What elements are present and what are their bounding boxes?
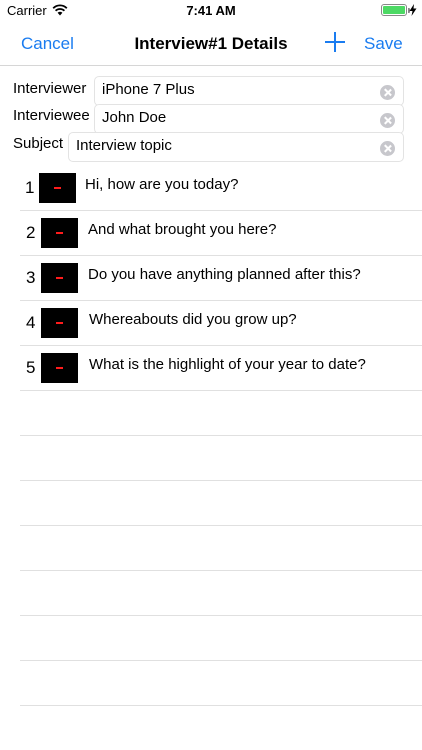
video-thumbnail[interactable] (41, 218, 78, 248)
empty-row (20, 661, 422, 706)
question-text: Do you have anything planned after this? (88, 266, 361, 283)
question-row[interactable]: 3 Do you have anything planned after thi… (20, 256, 422, 301)
empty-row (20, 526, 422, 571)
empty-row (20, 391, 422, 436)
question-number: 5 (26, 358, 36, 377)
question-number: 1 (25, 178, 35, 197)
clear-icon[interactable] (380, 113, 395, 128)
status-time: 7:41 AM (186, 3, 236, 18)
video-thumbnail[interactable] (41, 308, 78, 338)
clear-icon[interactable] (380, 141, 395, 156)
subject-label: Subject (13, 135, 64, 152)
interviewee-label: Interviewee (13, 107, 90, 124)
question-text: What is the highlight of your year to da… (89, 356, 366, 373)
clear-icon[interactable] (380, 85, 395, 100)
battery-icon (381, 4, 410, 16)
charging-bolt-icon (409, 4, 417, 16)
subject-field[interactable]: Interview topic (68, 132, 404, 162)
question-number: 2 (26, 223, 36, 242)
interviewer-field[interactable]: iPhone 7 Plus (94, 76, 404, 106)
question-number: 3 (26, 268, 36, 287)
question-text: Hi, how are you today? (85, 176, 239, 193)
save-button[interactable]: Save (364, 34, 403, 54)
empty-row (20, 571, 422, 616)
empty-row (20, 616, 422, 661)
interviewer-value: iPhone 7 Plus (102, 81, 195, 98)
interviewer-label: Interviewer (13, 80, 87, 97)
empty-row (20, 436, 422, 481)
interviewee-field[interactable]: John Doe (94, 104, 404, 134)
question-row[interactable]: 1 Hi, how are you today? (20, 166, 422, 211)
question-text: Whereabouts did you grow up? (89, 311, 297, 328)
add-icon[interactable] (324, 31, 346, 53)
question-text: And what brought you here? (88, 221, 277, 238)
video-thumbnail[interactable] (41, 353, 78, 383)
status-bar: Carrier 7:41 AM (0, 0, 422, 22)
question-number: 4 (26, 313, 36, 332)
empty-row (20, 706, 422, 750)
question-row[interactable]: 5 What is the highlight of your year to … (20, 346, 422, 391)
empty-row (20, 481, 422, 526)
question-list: 1 Hi, how are you today? 2 And what brou… (20, 166, 422, 750)
question-row[interactable]: 2 And what brought you here? (20, 211, 422, 256)
question-row[interactable]: 4 Whereabouts did you grow up? (20, 301, 422, 346)
navigation-bar: Cancel Interview#1 Details Save (0, 22, 422, 66)
page-title: Interview#1 Details (134, 34, 288, 53)
subject-value: Interview topic (76, 137, 172, 154)
interviewee-value: John Doe (102, 109, 167, 126)
video-thumbnail[interactable] (41, 263, 78, 293)
video-thumbnail[interactable] (39, 173, 76, 203)
